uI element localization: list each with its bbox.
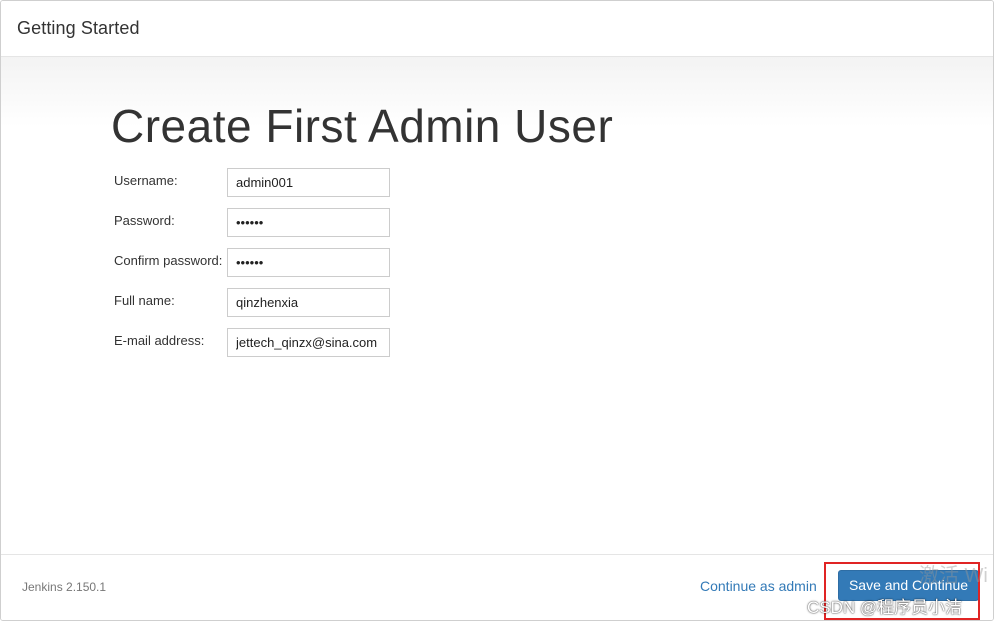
- password-label: Password:: [114, 213, 175, 228]
- username-input[interactable]: [227, 168, 390, 197]
- form-row-confirm-password: Confirm password:: [113, 248, 413, 278]
- dialog-footer: Jenkins 2.150.1 Continue as admin Save a…: [1, 554, 993, 620]
- setup-wizard-dialog: Getting Started Create First Admin User …: [0, 0, 994, 621]
- form-row-email: E-mail address:: [113, 328, 413, 358]
- confirm-password-input[interactable]: [227, 248, 390, 277]
- password-input[interactable]: [227, 208, 390, 237]
- full-name-input[interactable]: [227, 288, 390, 317]
- save-and-continue-button[interactable]: Save and Continue: [838, 570, 979, 601]
- continue-as-admin-link[interactable]: Continue as admin: [700, 578, 817, 594]
- email-label: E-mail address:: [114, 333, 205, 348]
- dialog-body: Create First Admin User Username: Passwo…: [1, 57, 993, 554]
- full-name-label: Full name:: [114, 293, 175, 308]
- page-title: Create First Admin User: [111, 100, 614, 152]
- username-label: Username:: [114, 173, 178, 188]
- jenkins-version: Jenkins 2.150.1: [22, 580, 107, 594]
- email-input[interactable]: [227, 328, 390, 357]
- dialog-header: Getting Started: [1, 1, 993, 57]
- form-row-full-name: Full name:: [113, 288, 413, 318]
- form-row-username: Username:: [113, 168, 413, 198]
- form-row-password: Password:: [113, 208, 413, 238]
- dialog-title: Getting Started: [17, 18, 140, 38]
- confirm-password-label: Confirm password:: [114, 253, 223, 268]
